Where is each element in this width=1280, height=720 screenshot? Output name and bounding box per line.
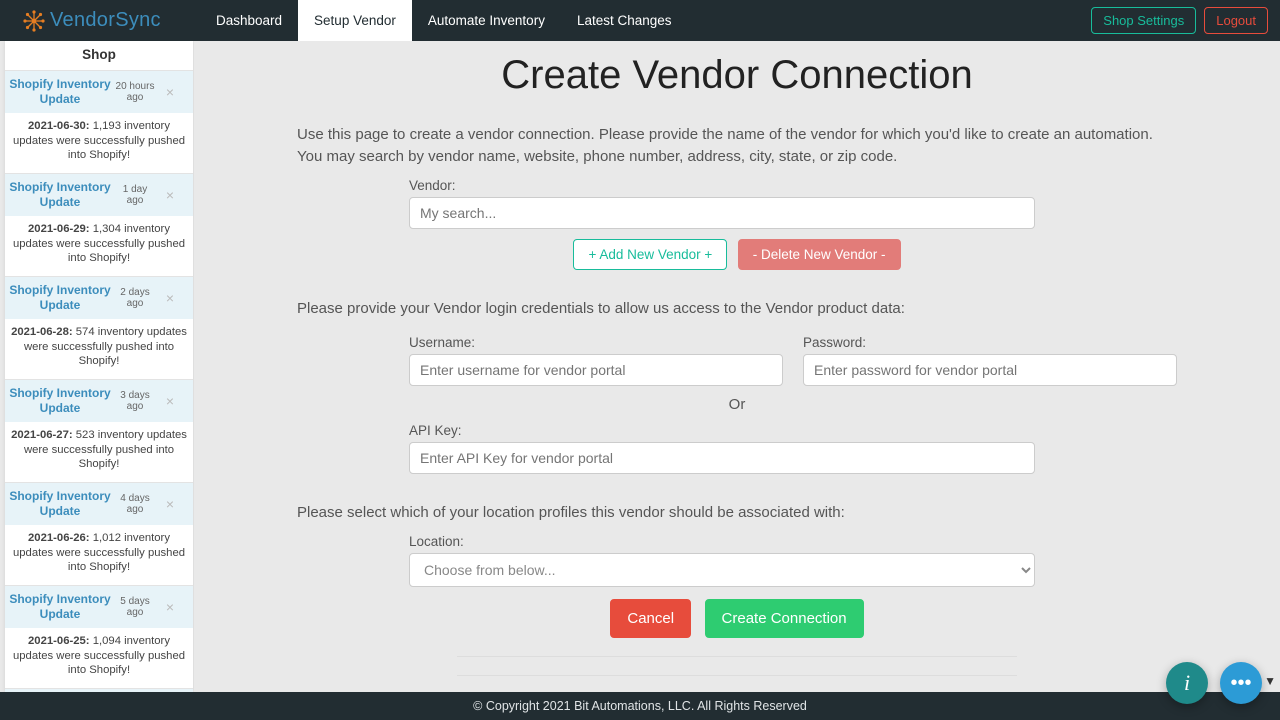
nav-latest-changes[interactable]: Latest Changes [561,0,688,41]
help-info-bubble[interactable]: i [1166,662,1208,704]
notification-time: 2 days ago [115,287,155,310]
username-input[interactable] [409,354,783,386]
notification-item: Shopify Inventory Update20 hours ago× 202… [5,70,193,173]
nav-dashboard[interactable]: Dashboard [200,0,298,41]
notification-title: Shopify Inventory Update [5,71,115,113]
logout-button[interactable]: Logout [1204,7,1268,34]
notification-title: Shopify Inventory Update [5,174,115,216]
notification-close-icon[interactable]: × [155,84,185,100]
notification-close-icon[interactable]: × [155,187,185,203]
sidebar: Shop Shopify Inventory Update20 hours ag… [5,41,193,692]
password-label: Password: [803,335,1177,350]
create-connection-button[interactable]: Create Connection [705,599,864,638]
notification-body: 2021-06-29: 1,304 inventory updates were… [5,216,193,276]
notification-time: 5 days ago [115,596,155,619]
brand: VendorSync [0,9,190,33]
notification-close-icon[interactable]: × [155,393,185,409]
chat-bubble[interactable]: ••• [1220,662,1262,704]
footer-text: © Copyright 2021 Bit Automations, LLC. A… [473,699,807,713]
password-input[interactable] [803,354,1177,386]
main-content: Create Vendor Connection Use this page t… [237,41,1237,692]
divider [457,656,1017,657]
notification-title: Shopify Inventory Update [5,277,115,319]
notification-body: 2021-06-26: 1,012 inventory updates were… [5,525,193,585]
vendor-label: Vendor: [297,178,1177,193]
notification-title: Shopify Inventory Update [5,483,115,525]
nav-setup-vendor[interactable]: Setup Vendor [298,0,412,41]
notification-title: Shopify Inventory Update [5,380,115,422]
brand-name: VendorSync [50,9,161,32]
notification-item: Shopify Inventory Update5 days ago× 2021-… [5,585,193,688]
delete-new-vendor-button[interactable]: - Delete New Vendor - [738,239,901,270]
notification-title: Shopify Inventory Update [5,586,115,628]
location-select[interactable]: Choose from below... [409,553,1035,587]
divider [457,675,1017,676]
notification-item: Shopify Inventory Update4 days ago× 2021-… [5,482,193,585]
add-new-vendor-button[interactable]: + Add New Vendor + [573,239,727,270]
info-icon: i [1184,670,1190,696]
page-lead: Use this page to create a vendor connect… [297,124,1177,168]
brand-icon [22,9,46,33]
username-label: Username: [409,335,783,350]
cancel-button[interactable]: Cancel [610,599,691,638]
location-lead: Please select which of your location pro… [297,502,1177,524]
chat-caret-icon: ▼ [1264,674,1276,688]
apikey-label: API Key: [297,423,1177,438]
notification-body: 2021-06-27: 523 inventory updates were s… [5,422,193,482]
notification-list: Shopify Inventory Update20 hours ago×202… [5,70,193,692]
shop-settings-button[interactable]: Shop Settings [1091,7,1196,34]
chat-icon: ••• [1230,672,1251,695]
or-text: Or [297,396,1177,413]
creds-lead: Please provide your Vendor login credent… [297,298,1177,320]
notification-body: 2021-06-25: 1,094 inventory updates were… [5,628,193,688]
notification-item: Shopify Inventory Update2 days ago× 2021-… [5,276,193,379]
notification-item: Shopify Inventory Update1 day ago× 2021-0… [5,173,193,276]
notification-item: Shopify Inventory Update3 days ago× 2021-… [5,379,193,482]
notification-close-icon[interactable]: × [155,290,185,306]
notification-body: 2021-06-28: 574 inventory updates were s… [5,319,193,379]
notification-time: 4 days ago [115,493,155,516]
notification-time: 20 hours ago [115,81,155,104]
page-title: Create Vendor Connection [297,53,1177,98]
notification-body: 2021-06-30: 1,193 inventory updates were… [5,113,193,173]
nav-right: Shop Settings Logout [1091,7,1280,34]
top-nav: VendorSync Dashboard Setup Vendor Automa… [0,0,1280,41]
main-scroll[interactable]: Create Vendor Connection Use this page t… [194,41,1280,692]
apikey-input[interactable] [409,442,1035,474]
footer: © Copyright 2021 Bit Automations, LLC. A… [0,692,1280,720]
notification-close-icon[interactable]: × [155,599,185,615]
location-label: Location: [297,534,1177,549]
sidebar-title: Shop [5,41,193,70]
notification-time: 1 day ago [115,184,155,207]
notification-close-icon[interactable]: × [155,496,185,512]
notification-time: 3 days ago [115,390,155,413]
vendor-search-input[interactable] [409,197,1035,229]
nav-links: Dashboard Setup Vendor Automate Inventor… [200,0,688,41]
nav-automate-inventory[interactable]: Automate Inventory [412,0,561,41]
